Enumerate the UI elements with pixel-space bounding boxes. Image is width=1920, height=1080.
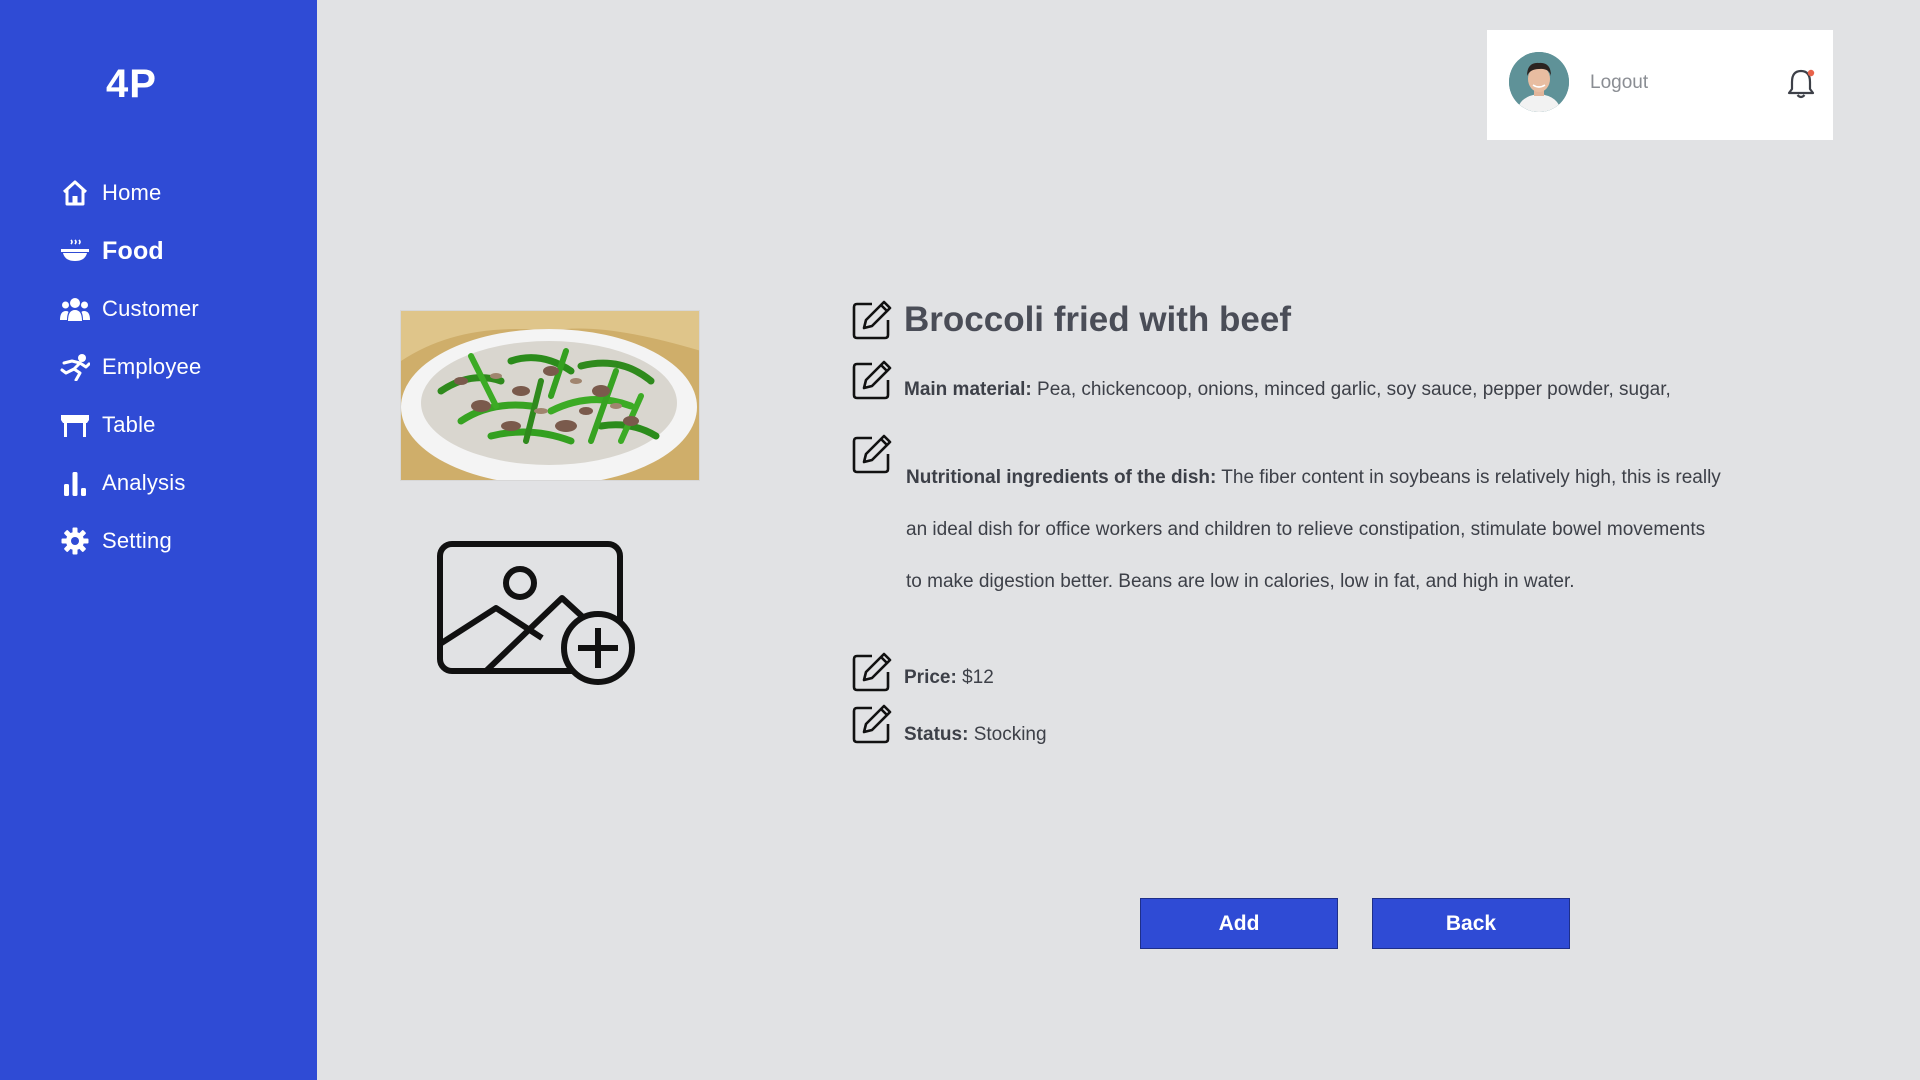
sidebar-item-label: Analysis <box>102 470 186 495</box>
status-field: Status: Stocking <box>904 722 1047 748</box>
sidebar-item-label: Customer <box>102 296 199 321</box>
home-icon <box>60 178 90 208</box>
price-label: Price: <box>904 667 957 688</box>
main-material-value: Pea, chickencoop, onions, minced garlic,… <box>1037 379 1671 400</box>
status-value: Stocking <box>973 724 1047 745</box>
sidebar-item-label: Employee <box>102 354 202 379</box>
logout-link[interactable]: Logout <box>1590 72 1648 94</box>
employee-icon <box>60 352 90 382</box>
sidebar-item-food[interactable]: Food <box>60 222 300 280</box>
nutrition-field: Nutritional ingredients of the dish: The… <box>906 452 1726 608</box>
food-bowl-icon <box>60 236 90 266</box>
sidebar-item-label: Setting <box>102 528 172 553</box>
add-button[interactable]: Add <box>1140 898 1338 949</box>
sidebar-item-label: Food <box>102 236 164 265</box>
price-value: $12 <box>962 667 994 688</box>
sidebar-item-customer[interactable]: Customer <box>60 280 300 338</box>
bar-chart-icon <box>60 468 90 498</box>
sidebar-item-table[interactable]: Table <box>60 396 300 454</box>
user-card: Logout <box>1487 30 1833 140</box>
price-field: Price: $12 <box>904 665 994 691</box>
food-photo <box>400 310 700 481</box>
status-label: Status: <box>904 724 969 745</box>
sidebar-item-setting[interactable]: Setting <box>60 512 300 570</box>
app-logo[interactable]: 4P <box>106 62 157 107</box>
dish-title: Broccoli fried with beef <box>904 300 1291 339</box>
sidebar-item-label: Home <box>102 180 162 205</box>
sidebar: 4P Home Food Customer Employee Table Ana… <box>0 0 317 1080</box>
sidebar-item-employee[interactable]: Employee <box>60 338 300 396</box>
gear-icon <box>60 526 90 556</box>
edit-nutrition-icon[interactable] <box>850 432 894 476</box>
edit-status-icon[interactable] <box>850 702 894 746</box>
main-material-field: Main material: Pea, chickencoop, onions,… <box>904 377 1671 403</box>
sidebar-item-home[interactable]: Home <box>60 164 300 222</box>
sidebar-nav: Home Food Customer Employee Table Analys… <box>60 164 300 570</box>
table-icon <box>60 410 90 440</box>
main-material-label: Main material: <box>904 379 1032 400</box>
bell-icon[interactable] <box>1787 68 1815 100</box>
sidebar-item-label: Table <box>102 412 156 437</box>
users-icon <box>60 294 90 324</box>
sidebar-item-analysis[interactable]: Analysis <box>60 454 300 512</box>
edit-title-icon[interactable] <box>850 298 894 342</box>
edit-price-icon[interactable] <box>850 650 894 694</box>
add-image-icon[interactable] <box>436 540 636 688</box>
nutrition-label: Nutritional ingredients of the dish: <box>906 467 1217 488</box>
edit-main-material-icon[interactable] <box>850 358 894 402</box>
user-avatar[interactable] <box>1509 52 1569 112</box>
back-button[interactable]: Back <box>1372 898 1570 949</box>
